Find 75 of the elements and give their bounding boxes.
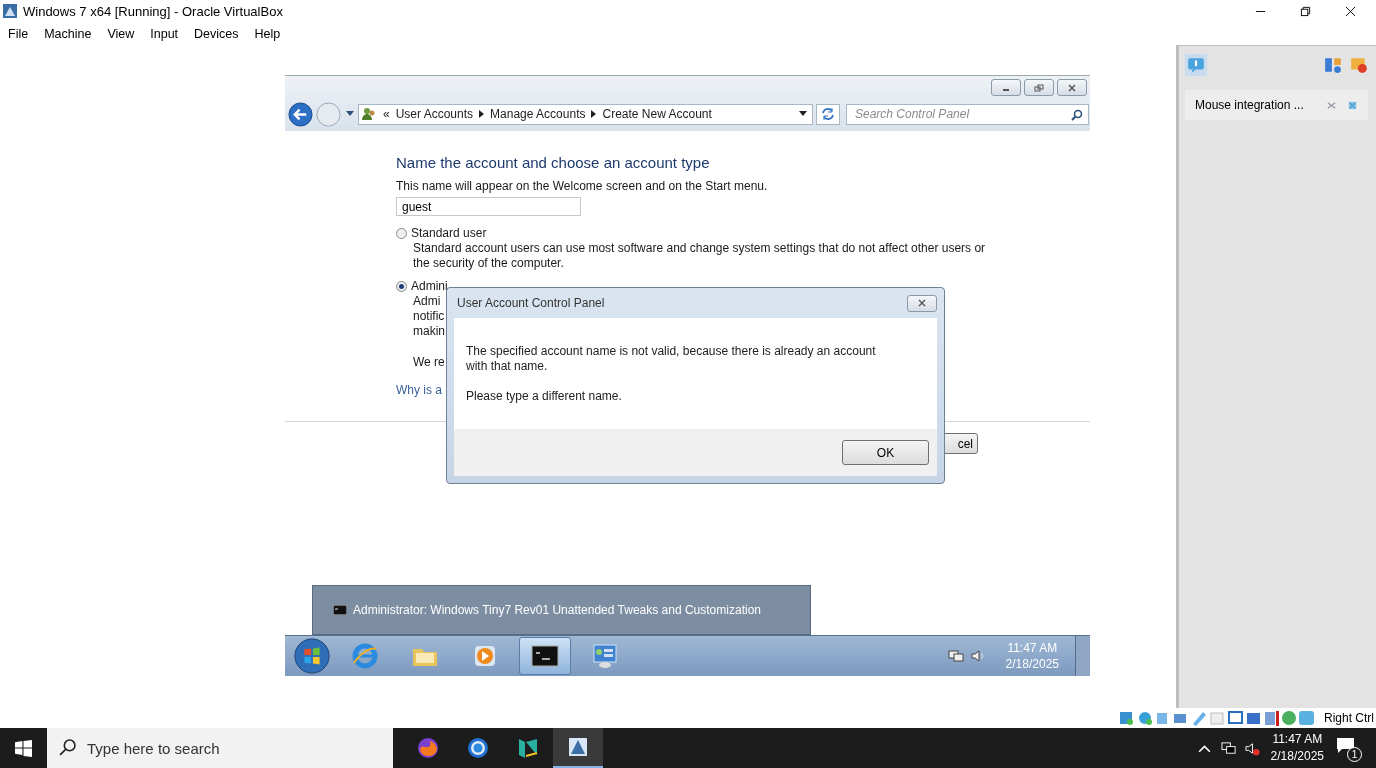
dropdown-icon[interactable]: [346, 111, 354, 117]
console-icon: [333, 605, 347, 615]
preview-title: Administrator: Windows Tiny7 Rev01 Unattended Tweaks and Customization: [353, 603, 761, 617]
restore-button[interactable]: [1024, 79, 1054, 96]
menu-item[interactable]: Devices: [186, 26, 247, 41]
close-icon: [1067, 83, 1077, 92]
network-icon[interactable]: [1220, 740, 1236, 756]
virtualbox-button[interactable]: [553, 728, 603, 768]
browser-icon: [350, 641, 380, 671]
dropdown-icon[interactable]: [799, 111, 807, 117]
restore-icon[interactable]: [1300, 5, 1311, 17]
option-description: makin: [413, 324, 446, 339]
dialog-message: The specified account name is not valid, because there is already an account with that name.: [466, 344, 877, 374]
fox-browser-icon: [416, 736, 440, 760]
option-description: the security of the computer.: [413, 256, 565, 271]
menu-item[interactable]: View: [99, 26, 143, 41]
menu-item[interactable]: File: [0, 26, 37, 41]
close-icon: [917, 299, 927, 307]
radio-button[interactable]: [396, 281, 407, 292]
breadcrumb-item[interactable]: Manage Accounts: [490, 107, 586, 121]
editor-icon: [516, 736, 540, 760]
option-label[interactable]: Admini: [411, 279, 448, 294]
host-key-label: Right Ctrl: [1324, 711, 1374, 725]
clock-date[interactable]: 2/18/2025: [1270, 748, 1324, 765]
option-description: Standard account users can use most software and change system settings that do not affect other users or: [413, 241, 986, 256]
notifications-button[interactable]: 1: [1336, 737, 1360, 759]
restore-icon: [1034, 83, 1044, 92]
control-panel-icon: [590, 641, 620, 671]
menu-item[interactable]: Input: [142, 26, 187, 41]
breadcrumb-item[interactable]: User Accounts: [395, 107, 474, 121]
users-icon: [361, 106, 377, 122]
refresh-button[interactable]: [816, 103, 840, 125]
notification-count: 1: [1347, 747, 1362, 762]
option-description: Admi: [413, 294, 442, 309]
clock-time[interactable]: 11:47 AM: [1272, 731, 1323, 748]
ok-button[interactable]: OK: [842, 440, 929, 465]
taskbar-search-field[interactable]: Type here to search: [47, 728, 393, 768]
chevron-icon[interactable]: [591, 110, 597, 118]
address-bar[interactable]: « User Accounts Manage Accounts Create New Account: [358, 103, 813, 125]
speaker-icon[interactable]: [969, 648, 986, 664]
option-label[interactable]: Standard user: [411, 226, 487, 241]
notification-text: Mouse integration ...: [1195, 98, 1304, 112]
search-icon: [59, 739, 76, 756]
radio-button[interactable]: [396, 228, 407, 239]
muted-speaker-icon[interactable]: [1244, 740, 1260, 756]
close-icon[interactable]: [1345, 5, 1356, 17]
minimize-button[interactable]: [991, 79, 1021, 96]
breadcrumb-overflow[interactable]: «: [383, 107, 390, 121]
window-title: Windows 7 x64 [Running] - Oracle VirtualBox: [23, 3, 283, 19]
breadcrumb-item[interactable]: Create New Account: [602, 107, 712, 121]
search-icon[interactable]: [1071, 108, 1083, 121]
chevron-icon[interactable]: [479, 110, 485, 118]
close-button[interactable]: [1057, 79, 1087, 96]
name-field[interactable]: guest: [396, 197, 581, 216]
prompt-text: This name will appear on the Welcome screen and on the Start menu.: [396, 179, 768, 194]
option-description: notific: [413, 309, 446, 324]
back-button[interactable]: [288, 101, 313, 127]
search-field[interactable]: Search Control Panel: [846, 103, 1089, 125]
browser-icon: [466, 736, 490, 760]
menu-item[interactable]: Help: [246, 26, 289, 41]
virtualbox-icon: [566, 735, 590, 759]
dialog-title: User Account Control Panel: [457, 296, 605, 310]
help-link[interactable]: Why is a: [396, 383, 442, 397]
page-heading: Name the account and choose an account type: [396, 154, 710, 171]
close-button[interactable]: [907, 294, 937, 312]
start-orb-icon[interactable]: [293, 637, 331, 675]
menu-item[interactable]: Machine: [36, 26, 100, 41]
network-settings-icon[interactable]: [1324, 56, 1342, 74]
note-text: We re: [413, 355, 445, 370]
console-button[interactable]: [519, 637, 571, 675]
dialog-message: Please type a different name.: [466, 389, 623, 404]
warning-icon[interactable]: [1350, 56, 1368, 74]
refresh-icon: [821, 107, 835, 121]
virtualbox-icon: [2, 3, 18, 19]
windows-start-icon[interactable]: [15, 739, 32, 757]
